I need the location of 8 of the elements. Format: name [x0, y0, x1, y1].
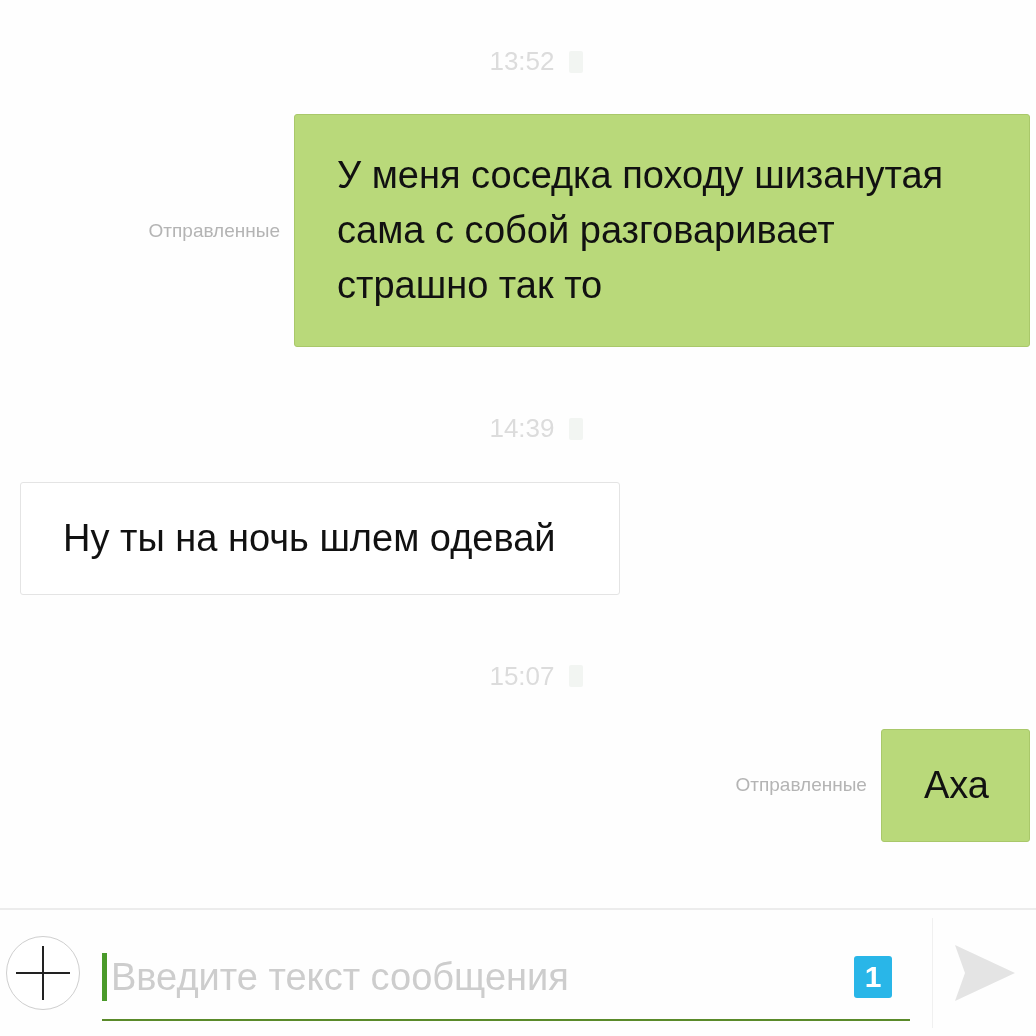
plus-icon [16, 946, 70, 1000]
sim-badge: 1 [854, 956, 892, 998]
sent-status: Отправленные [735, 774, 867, 797]
send-icon [954, 945, 1015, 1001]
sent-status: Отправленные [148, 219, 280, 242]
message-bubble: У меня соседка походу шизанутая сама с собой разговаривает страшно так то [294, 114, 1030, 348]
message-bubble: Ну ты на ночь шлем одевай [20, 481, 620, 595]
message-bubble: Аха [880, 729, 1030, 842]
